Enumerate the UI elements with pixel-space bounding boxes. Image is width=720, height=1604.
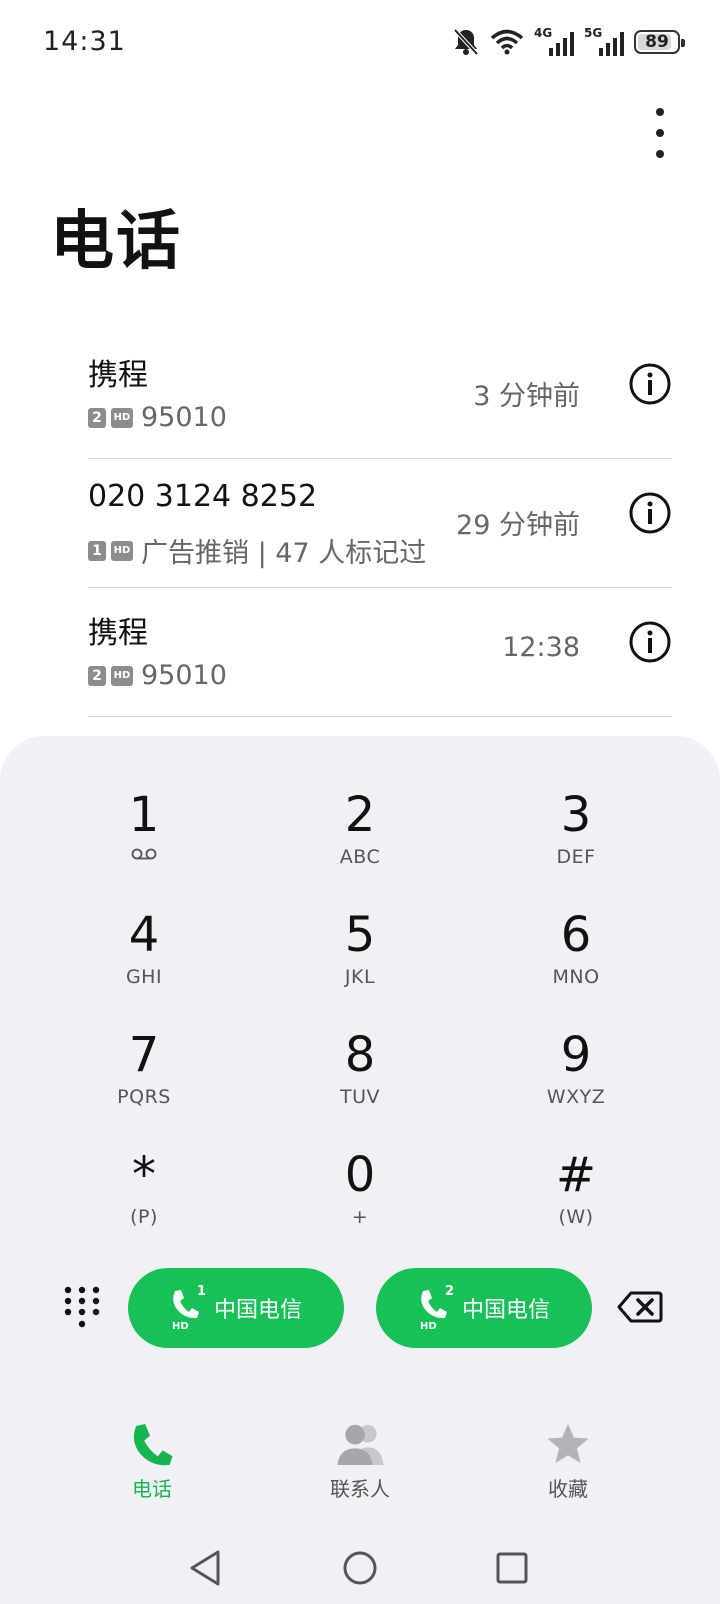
sim-number: 2 (444, 1284, 454, 1299)
key-digit: 3 (560, 787, 592, 843)
home-icon[interactable] (338, 1546, 382, 1590)
tab-favorites[interactable]: 收藏 (498, 1422, 638, 1502)
tab-phone[interactable]: 电话 (82, 1422, 222, 1502)
caller-number: 95010 (141, 402, 227, 433)
voicemail-icon (131, 848, 157, 860)
status-icons: 4G 5G 89 (452, 24, 685, 60)
back-icon[interactable] (184, 1546, 228, 1590)
caller-detail: 1 HD 广告推销 | 47 人标记过 (88, 531, 426, 570)
key-letters: + (351, 1206, 369, 1228)
dialpad-key-7[interactable]: 7 PQRS (54, 1028, 234, 1124)
dialpad-key-3[interactable]: 3 DEF (486, 788, 666, 884)
key-digit: 6 (560, 907, 592, 963)
page-title: 电话 (50, 205, 182, 279)
tab-label: 收藏 (548, 1477, 588, 1501)
info-icon[interactable] (628, 491, 672, 535)
key-digit: 0 (344, 1147, 376, 1203)
key-letters: (P) (130, 1206, 158, 1228)
dialpad-key-5[interactable]: 5 JKL (270, 908, 450, 1004)
star-icon (547, 1423, 589, 1464)
mute-bell-icon (453, 28, 479, 56)
dialpad-key-hash[interactable]: # (W) (486, 1148, 666, 1244)
status-time: 14:31 (43, 26, 126, 57)
hd-badge: HD (111, 540, 133, 561)
dialpad-key-9[interactable]: 9 WXYZ (486, 1028, 666, 1124)
sim-badge: 2 (88, 665, 106, 686)
call-log-list: 携程 2 HD 95010 3 分钟前 020 3124 8252 1 HD 广… (88, 330, 672, 717)
key-letters: (W) (558, 1206, 594, 1228)
sim-badge: 2 (88, 407, 106, 428)
info-icon[interactable] (628, 362, 672, 406)
key-digit: 7 (128, 1027, 160, 1083)
key-digit: 2 (344, 787, 376, 843)
caller-detail: 2 HD 95010 (88, 660, 227, 691)
call-time: 3 分钟前 (473, 381, 580, 412)
dialpad-key-2[interactable]: 2 ABC (270, 788, 450, 884)
phone-icon (133, 1423, 173, 1466)
caller-detail: 2 HD 95010 (88, 402, 227, 433)
more-options-icon[interactable] (640, 108, 680, 158)
key-digit: 4 (128, 907, 160, 963)
call-log-row[interactable]: 携程 2 HD 95010 12:38 (88, 588, 672, 717)
carrier-label: 中国电信 (213, 1298, 302, 1323)
caller-name: 020 3124 8252 (88, 479, 318, 514)
wifi-icon (490, 29, 524, 55)
signal-sim2-icon: 5G (584, 26, 624, 58)
key-letters: GHI (125, 966, 163, 988)
key-digit: 5 (344, 907, 376, 963)
hd-label: HD (419, 1321, 437, 1332)
call-sim2-button[interactable]: 2 HD 中国电信 (376, 1268, 592, 1348)
key-digit: * (132, 1147, 156, 1203)
call-sim1-button[interactable]: 1 HD 中国电信 (128, 1268, 344, 1348)
dialpad-key-star[interactable]: * (P) (54, 1148, 234, 1244)
key-letters: ABC (339, 846, 381, 868)
contacts-icon (337, 1424, 384, 1466)
key-letters: MNO (552, 966, 600, 988)
battery-level: 89 (645, 32, 669, 52)
hd-label: HD (171, 1321, 189, 1332)
dialpad-key-8[interactable]: 8 TUV (270, 1028, 450, 1124)
info-icon[interactable] (628, 620, 672, 664)
tab-contacts[interactable]: 联系人 (290, 1422, 430, 1502)
call-time: 29 分钟前 (456, 510, 580, 541)
dialpad-key-1[interactable]: 1 (54, 788, 234, 884)
key-digit: # (555, 1147, 597, 1203)
hd-badge: HD (111, 665, 133, 686)
key-letters: WXYZ (546, 1086, 606, 1108)
key-letters: TUV (339, 1086, 380, 1108)
signal-sim1-icon: 4G (534, 26, 574, 58)
dialpad-key-4[interactable]: 4 GHI (54, 908, 234, 1004)
tab-label: 电话 (132, 1477, 172, 1501)
key-letters: JKL (344, 966, 376, 988)
battery-icon: 89 (634, 30, 685, 54)
carrier-label: 中国电信 (461, 1298, 550, 1323)
key-letters: DEF (556, 846, 596, 868)
call-log-row[interactable]: 携程 2 HD 95010 3 分钟前 (88, 330, 672, 459)
recents-icon[interactable] (490, 1546, 534, 1590)
phone-sim1-icon: 1 HD (170, 1284, 206, 1332)
call-log-row[interactable]: 020 3124 8252 1 HD 广告推销 | 47 人标记过 29 分钟前 (88, 459, 672, 588)
caller-number: 95010 (141, 660, 227, 691)
dialpad-key-0[interactable]: 0 + (270, 1148, 450, 1244)
call-time: 12:38 (502, 632, 580, 663)
key-letters: PQRS (117, 1086, 171, 1108)
key-digit: 8 (344, 1027, 376, 1083)
sim-badge: 1 (88, 540, 106, 561)
caller-tag: 广告推销 | 47 人标记过 (141, 538, 427, 569)
tab-label: 联系人 (330, 1477, 390, 1501)
key-digit: 9 (560, 1027, 592, 1083)
hd-badge: HD (111, 407, 133, 428)
sim-number: 1 (196, 1284, 206, 1299)
caller-name: 携程 (88, 616, 148, 651)
dialpad-toggle-icon[interactable] (58, 1284, 106, 1332)
dialpad-key-6[interactable]: 6 MNO (486, 908, 666, 1004)
caller-name: 携程 (88, 358, 148, 393)
phone-sim2-icon: 2 HD (418, 1284, 454, 1332)
key-digit: 1 (128, 787, 160, 843)
backspace-icon[interactable] (617, 1290, 663, 1324)
